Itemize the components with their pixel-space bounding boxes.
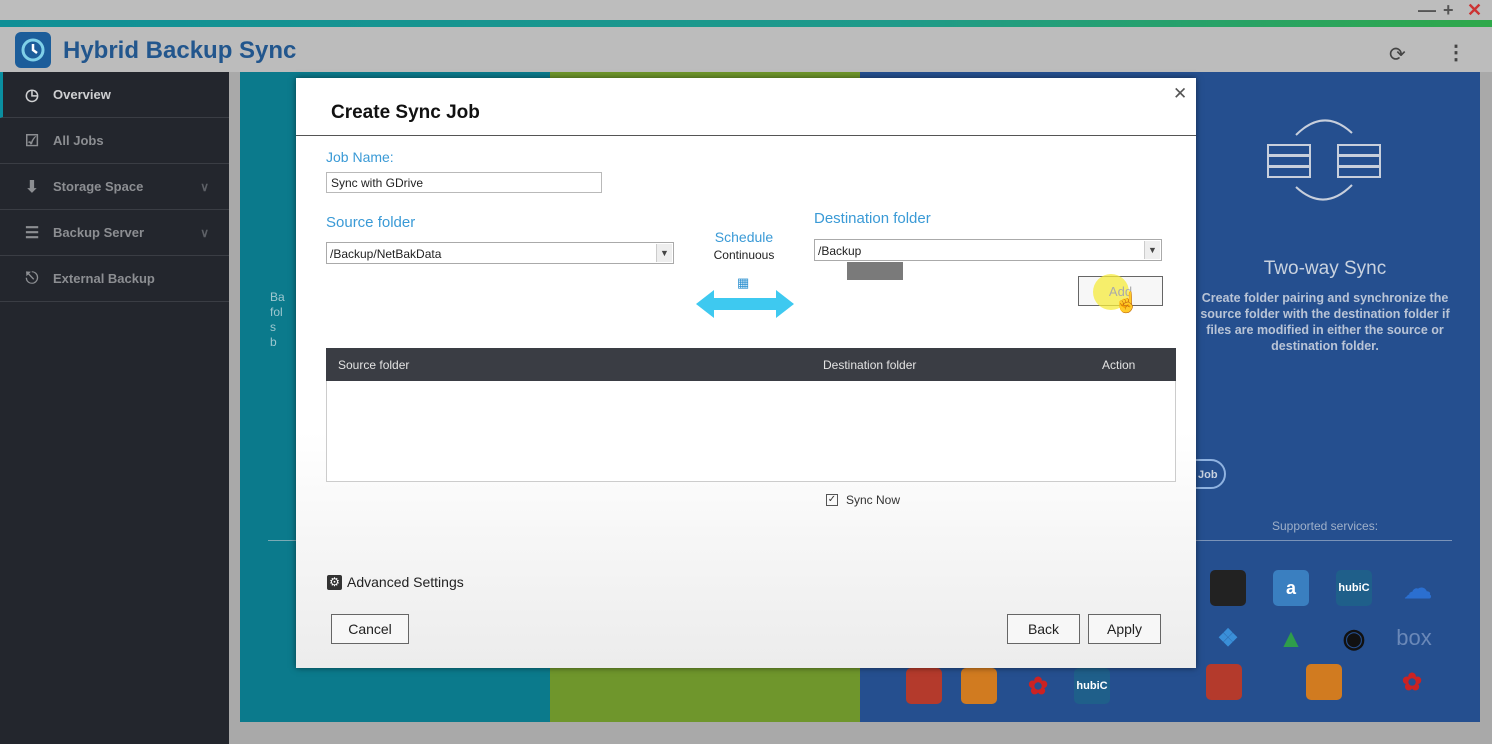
sidebar-item-backup-server[interactable]: ☰ Backup Server ∨ [0, 210, 229, 256]
backblaze-icon: ✿ [1401, 668, 1423, 696]
azure-icon [1306, 664, 1342, 700]
close-icon[interactable]: ✕ [1173, 84, 1187, 104]
azure-icon [961, 668, 997, 704]
job-name-input[interactable]: Sync with GDrive [326, 172, 602, 193]
sync-now-label: Sync Now [846, 493, 901, 507]
source-folder-label: Source folder [326, 214, 416, 231]
sidebar: ◷ Overview ☑ All Jobs ⬇ Storage Space ∨ ☰ Bac… [0, 72, 229, 744]
sidebar-item-overview[interactable]: ◷ Overview [0, 72, 229, 118]
window-top-bar [0, 0, 1492, 20]
sidebar-item-all-jobs[interactable]: ☑ All Jobs [0, 118, 229, 164]
two-way-sync-description: Create folder pairing and synchronize th… [1200, 291, 1450, 353]
folder-pair-table-body [326, 381, 1176, 482]
app-logo-icon [15, 32, 51, 68]
amazon-s3-icon [906, 668, 942, 704]
divider [268, 540, 298, 541]
close-window-button[interactable]: ✕ [1467, 0, 1482, 21]
dropbox-icon: ❖ [1217, 624, 1239, 652]
more-options-icon[interactable]: ⋮ [1446, 40, 1466, 65]
column-header-destination: Destination folder [823, 358, 917, 372]
chevron-down-icon: ▼ [656, 244, 672, 262]
nas-service-icon [1210, 570, 1246, 606]
column-header-action: Action [1102, 358, 1136, 372]
divider [1196, 540, 1452, 541]
source-folder-select[interactable]: /Backup/NetBakData ▼ [326, 242, 674, 264]
sidebar-item-label: All Jobs [53, 133, 104, 148]
two-way-sync-icon [1266, 115, 1386, 210]
maximize-button[interactable]: + [1443, 0, 1454, 21]
cancel-button[interactable]: Cancel [331, 614, 409, 644]
external-drive-icon: ⎋ [25, 269, 39, 287]
dialog-title: Create Sync Job [331, 102, 480, 123]
bidirectional-arrow-icon [696, 290, 794, 323]
storage-icon: ⬇ [25, 178, 39, 196]
server-icon: ☰ [24, 224, 40, 242]
hubic-icon: hubiC [1074, 668, 1110, 704]
sidebar-item-storage-space[interactable]: ⬇ Storage Space ∨ [0, 164, 229, 210]
sidebar-item-label: Overview [53, 87, 111, 102]
box-icon: box [1396, 625, 1432, 650]
destination-folder-label: Destination folder [814, 210, 931, 227]
sync-now-checkbox[interactable]: ✓ Sync Now [826, 493, 900, 507]
back-button[interactable]: Back [1007, 614, 1080, 644]
hubic-icon: hubiC [1336, 570, 1372, 606]
gear-icon: ⚙ [327, 574, 342, 590]
source-folder-value: /Backup/NetBakData [330, 247, 442, 261]
create-sync-job-dialog: Create Sync Job ✕ Job Name: Sync with GD… [296, 78, 1196, 668]
sidebar-item-label: External Backup [53, 271, 155, 286]
sidebar-item-label: Backup Server [53, 225, 145, 240]
apply-button[interactable]: Apply [1088, 614, 1161, 644]
backblaze-icon: ✿ [1027, 672, 1049, 700]
destination-folder-value: /Backup [818, 244, 862, 258]
ufo-service-icon: ◉ [1342, 622, 1366, 653]
checklist-icon: ☑ [24, 132, 40, 150]
checkbox-checked-icon: ✓ [826, 494, 838, 506]
calendar-icon[interactable]: ▦ [737, 275, 749, 291]
job-name-label: Job Name: [326, 149, 394, 165]
folder-pair-table-header: Source folder Destination folder Action [326, 348, 1176, 381]
schedule-label[interactable]: Schedule [704, 229, 784, 245]
onedrive-icon: ☁ [1404, 572, 1432, 604]
chevron-down-icon: ∨ [200, 179, 209, 194]
destination-folder-select[interactable]: /Backup ▼ [814, 239, 1162, 261]
google-drive-icon: ▲ [1278, 622, 1304, 653]
loading-tooltip [847, 262, 903, 280]
accent-bar [0, 20, 1492, 27]
minimize-button[interactable]: — [1418, 0, 1436, 21]
schedule-value: Continuous [713, 248, 775, 262]
advanced-settings-link[interactable]: ⚙ Advanced Settings [327, 574, 464, 590]
chevron-down-icon: ▼ [1144, 241, 1160, 259]
divider [296, 135, 1196, 136]
app-title: Hybrid Backup Sync [63, 37, 297, 64]
column-header-source: Source folder [338, 358, 410, 372]
two-way-sync-title: Two-way Sync [1263, 258, 1387, 279]
chevron-down-icon: ∨ [200, 225, 209, 240]
amazon-s3-icon [1206, 664, 1242, 700]
backup-panel-text: Ba fol s b [270, 290, 285, 349]
dashboard-icon: ◷ [25, 86, 39, 104]
amazon-drive-icon: a [1273, 570, 1309, 606]
sidebar-item-label: Storage Space [53, 179, 144, 194]
advanced-settings-label: Advanced Settings [347, 574, 464, 590]
sidebar-item-external-backup[interactable]: ⎋ External Backup [0, 256, 229, 302]
supported-services-label: Supported services: [1271, 519, 1379, 533]
hand-cursor-icon: ☝ [1114, 292, 1139, 314]
refresh-icon[interactable]: ⟳ [1389, 42, 1406, 67]
